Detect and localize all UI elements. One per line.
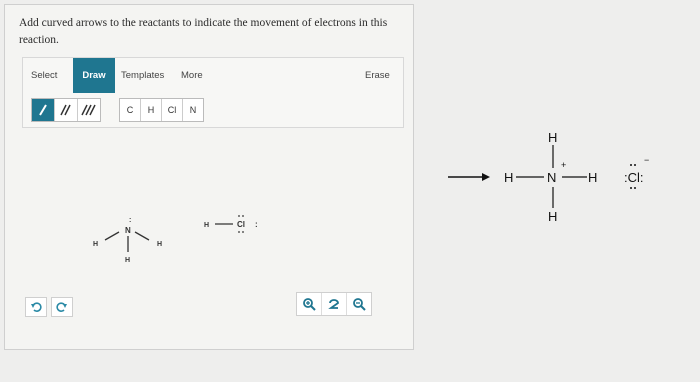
chloride-charge: −	[644, 155, 649, 165]
redo-icon	[56, 302, 67, 312]
atom-tools: C H Cl N	[119, 98, 204, 122]
ammonia-h-right[interactable]: H	[157, 241, 162, 248]
chloride-top-electron	[634, 164, 636, 166]
triple-bond-icon[interactable]	[78, 99, 100, 121]
bond-tools	[31, 98, 101, 122]
n-h-bond-right	[134, 231, 150, 241]
hcl-hydrogen[interactable]: H	[204, 222, 209, 229]
chloride-bottom-electron	[630, 187, 632, 189]
draw-tab[interactable]: Draw	[73, 58, 115, 94]
ammonium-nitrogen: N	[547, 170, 556, 185]
single-bond-icon[interactable]	[32, 99, 55, 121]
ammonium-charge: +	[561, 160, 566, 170]
chloride-ion: :Cl:	[624, 170, 644, 185]
zoom-controls	[296, 292, 372, 316]
editor-toolbar: Select Draw Templates More Erase	[22, 57, 404, 95]
ammonia-h-left[interactable]: H	[93, 241, 98, 248]
chloride-top-electron	[630, 164, 632, 166]
more-tab[interactable]: More	[181, 58, 203, 94]
cl-bottom-electron	[242, 231, 244, 233]
zoom-out-icon	[353, 298, 366, 311]
atom-h-button[interactable]: H	[141, 99, 162, 121]
undo-icon	[31, 302, 42, 312]
templates-tab[interactable]: Templates	[121, 58, 164, 94]
ammonium-h-top: H	[548, 130, 557, 145]
drawing-canvas[interactable]: : N H H H H Cl :	[23, 128, 403, 296]
n-h-bond-left	[104, 231, 120, 241]
redo-button[interactable]	[51, 297, 73, 317]
atom-cl-button[interactable]: Cl	[162, 99, 183, 121]
zoom-out-button[interactable]	[347, 293, 371, 315]
cl-top-electron	[242, 215, 244, 217]
atom-n-button[interactable]: N	[183, 99, 203, 121]
chloride-bottom-electron	[634, 187, 636, 189]
draw-subtoolbar: C H Cl N	[22, 93, 404, 128]
hcl-lone-pair: :	[255, 220, 258, 229]
zoom-in-icon	[303, 298, 316, 311]
product-structure: H H N + H H :Cl: −	[448, 130, 649, 224]
reset-zoom-button[interactable]	[322, 293, 347, 315]
question-prompt: Add curved arrows to the reactants to in…	[19, 17, 388, 46]
ammonium-h-bottom: H	[548, 209, 557, 224]
reset-zoom-icon	[328, 299, 339, 309]
question-panel: Add curved arrows to the reactants to in…	[4, 4, 414, 350]
erase-button[interactable]: Erase	[365, 58, 390, 94]
atom-c-button[interactable]: C	[120, 99, 141, 121]
double-bond-icon[interactable]	[55, 99, 78, 121]
hcl-chlorine[interactable]: Cl	[237, 220, 245, 229]
zoom-in-button[interactable]	[297, 293, 322, 315]
ammonium-h-left: H	[504, 170, 513, 185]
undo-button[interactable]	[25, 297, 47, 317]
select-tab[interactable]: Select	[31, 58, 57, 94]
ammonium-h-right: H	[588, 170, 597, 185]
cl-top-electron	[238, 215, 240, 217]
cl-bottom-electron	[238, 231, 240, 233]
reaction-arrowhead	[482, 173, 490, 181]
ammonia-h-bottom[interactable]: H	[125, 257, 130, 264]
ammonia-nitrogen[interactable]: N	[125, 226, 131, 235]
ammonia-lone-pair: :	[129, 217, 131, 224]
